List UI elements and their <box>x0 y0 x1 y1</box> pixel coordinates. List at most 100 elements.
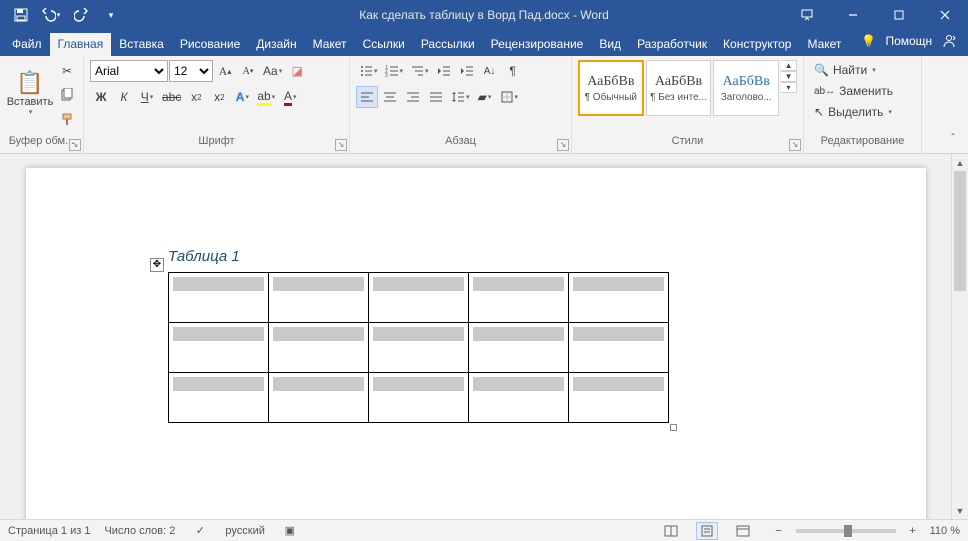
superscript-button[interactable]: x2 <box>208 86 230 108</box>
table-cell[interactable] <box>569 273 669 323</box>
styles-more-button[interactable]: ▾ <box>781 82 797 93</box>
strikethrough-button[interactable]: abc <box>159 86 184 108</box>
tab-table-layout[interactable]: Макет <box>799 33 849 56</box>
ribbon-options-button[interactable] <box>784 0 830 30</box>
zoom-slider[interactable] <box>796 529 896 533</box>
cut-button[interactable]: ✂ <box>56 60 78 82</box>
multilevel-list-button[interactable]: ▾ <box>407 60 432 82</box>
shrink-font-button[interactable]: A▾ <box>237 60 259 82</box>
style-heading1[interactable]: АаБбВв Заголово... <box>713 60 779 116</box>
dialog-launcher-icon[interactable]: ↘ <box>789 139 801 151</box>
tell-me-label[interactable]: Помощн <box>885 34 932 48</box>
text-effects-button[interactable]: A▾ <box>231 86 253 108</box>
table-cell[interactable] <box>369 273 469 323</box>
shading-button[interactable]: ▰▾ <box>474 86 496 108</box>
decrease-indent-button[interactable] <box>433 60 455 82</box>
align-center-button[interactable] <box>379 86 401 108</box>
table-cell[interactable] <box>269 323 369 373</box>
tab-home[interactable]: Главная <box>50 33 112 56</box>
numbering-button[interactable]: 123▾ <box>382 60 407 82</box>
style-normal[interactable]: АаБбВв ¶ Обычный <box>578 60 644 116</box>
font-color-button[interactable]: A▾ <box>279 86 301 108</box>
font-size-select[interactable]: 12 <box>169 60 213 82</box>
tab-file[interactable]: Файл <box>4 33 50 56</box>
table-cell[interactable] <box>569 373 669 423</box>
align-right-button[interactable] <box>402 86 424 108</box>
scroll-up-button[interactable]: ▲ <box>952 154 968 171</box>
redo-button[interactable] <box>68 3 94 27</box>
change-case-button[interactable]: Aa▾ <box>260 60 285 82</box>
sort-button[interactable]: A↓ <box>479 60 501 82</box>
table-resize-handle[interactable] <box>670 424 677 431</box>
scroll-down-button[interactable]: ▼ <box>952 502 968 519</box>
table-cell[interactable] <box>169 373 269 423</box>
table-move-handle[interactable]: ✥ <box>150 258 164 272</box>
copy-button[interactable] <box>56 84 78 106</box>
bullets-button[interactable]: ▾ <box>356 60 381 82</box>
spellcheck-icon[interactable]: ✓ <box>189 522 211 540</box>
italic-button[interactable]: К <box>113 86 135 108</box>
show-marks-button[interactable]: ¶ <box>502 60 524 82</box>
print-layout-button[interactable] <box>696 522 718 540</box>
tab-view[interactable]: Вид <box>591 33 629 56</box>
increase-indent-button[interactable] <box>456 60 478 82</box>
tell-me-icon[interactable]: 💡 <box>855 30 881 52</box>
maximize-button[interactable] <box>876 0 922 30</box>
table-cell[interactable] <box>169 273 269 323</box>
qat-customize-button[interactable]: ▾ <box>98 3 124 27</box>
dialog-launcher-icon[interactable]: ↘ <box>557 139 569 151</box>
line-spacing-button[interactable]: ▾ <box>448 86 473 108</box>
vertical-scrollbar[interactable]: ▲ ▼ <box>951 154 968 519</box>
replace-button[interactable]: ab↔Заменить <box>810 81 897 101</box>
table-cell[interactable] <box>369 323 469 373</box>
tab-insert[interactable]: Вставка <box>111 33 172 56</box>
collapse-ribbon-button[interactable]: ˆ <box>942 127 964 149</box>
web-layout-button[interactable] <box>732 522 754 540</box>
table-cell[interactable] <box>469 323 569 373</box>
align-left-button[interactable] <box>356 86 378 108</box>
table-cell[interactable] <box>269 273 369 323</box>
macro-record-icon[interactable]: ▣ <box>279 522 301 540</box>
table-cell[interactable] <box>269 373 369 423</box>
styles-up-button[interactable]: ▲ <box>781 60 797 71</box>
zoom-out-button[interactable]: − <box>768 522 790 540</box>
bold-button[interactable]: Ж <box>90 86 112 108</box>
zoom-in-button[interactable]: + <box>902 522 924 540</box>
table-cell[interactable] <box>369 373 469 423</box>
tab-table-design[interactable]: Конструктор <box>715 33 799 56</box>
table-caption[interactable]: Таблица 1 <box>168 248 240 265</box>
tab-developer[interactable]: Разработчик <box>629 33 715 56</box>
tab-references[interactable]: Ссылки <box>355 33 413 56</box>
table-cell[interactable] <box>469 373 569 423</box>
styles-down-button[interactable]: ▼ <box>781 71 797 82</box>
tab-review[interactable]: Рецензирование <box>483 33 592 56</box>
minimize-button[interactable] <box>830 0 876 30</box>
close-button[interactable] <box>922 0 968 30</box>
zoom-level[interactable]: 110 % <box>930 525 960 537</box>
read-mode-button[interactable] <box>660 522 682 540</box>
clear-formatting-button[interactable]: ◪ <box>286 60 308 82</box>
table-cell[interactable] <box>169 323 269 373</box>
document-table[interactable] <box>168 272 669 423</box>
zoom-slider-thumb[interactable] <box>844 525 852 537</box>
tab-design[interactable]: Дизайн <box>248 33 304 56</box>
table-cell[interactable] <box>569 323 669 373</box>
paste-button[interactable]: 📋 Вставить ▾ <box>6 60 54 126</box>
highlight-button[interactable]: ab▾ <box>254 86 278 108</box>
save-button[interactable] <box>8 3 34 27</box>
dialog-launcher-icon[interactable]: ↘ <box>69 139 81 151</box>
find-button[interactable]: 🔍Найти▾ <box>810 60 897 80</box>
font-name-select[interactable]: Arial <box>90 60 168 82</box>
style-no-spacing[interactable]: АаБбВв ¶ Без инте... <box>646 60 712 116</box>
share-button[interactable] <box>936 30 962 52</box>
scroll-track[interactable] <box>952 171 968 502</box>
status-language[interactable]: русский <box>225 525 264 537</box>
dialog-launcher-icon[interactable]: ↘ <box>335 139 347 151</box>
table-cell[interactable] <box>469 273 569 323</box>
grow-font-button[interactable]: A▴ <box>214 60 236 82</box>
tab-mailings[interactable]: Рассылки <box>413 33 483 56</box>
undo-button[interactable]: ▾ <box>38 3 64 27</box>
justify-button[interactable] <box>425 86 447 108</box>
status-page[interactable]: Страница 1 из 1 <box>8 525 90 537</box>
scroll-thumb[interactable] <box>954 171 966 291</box>
